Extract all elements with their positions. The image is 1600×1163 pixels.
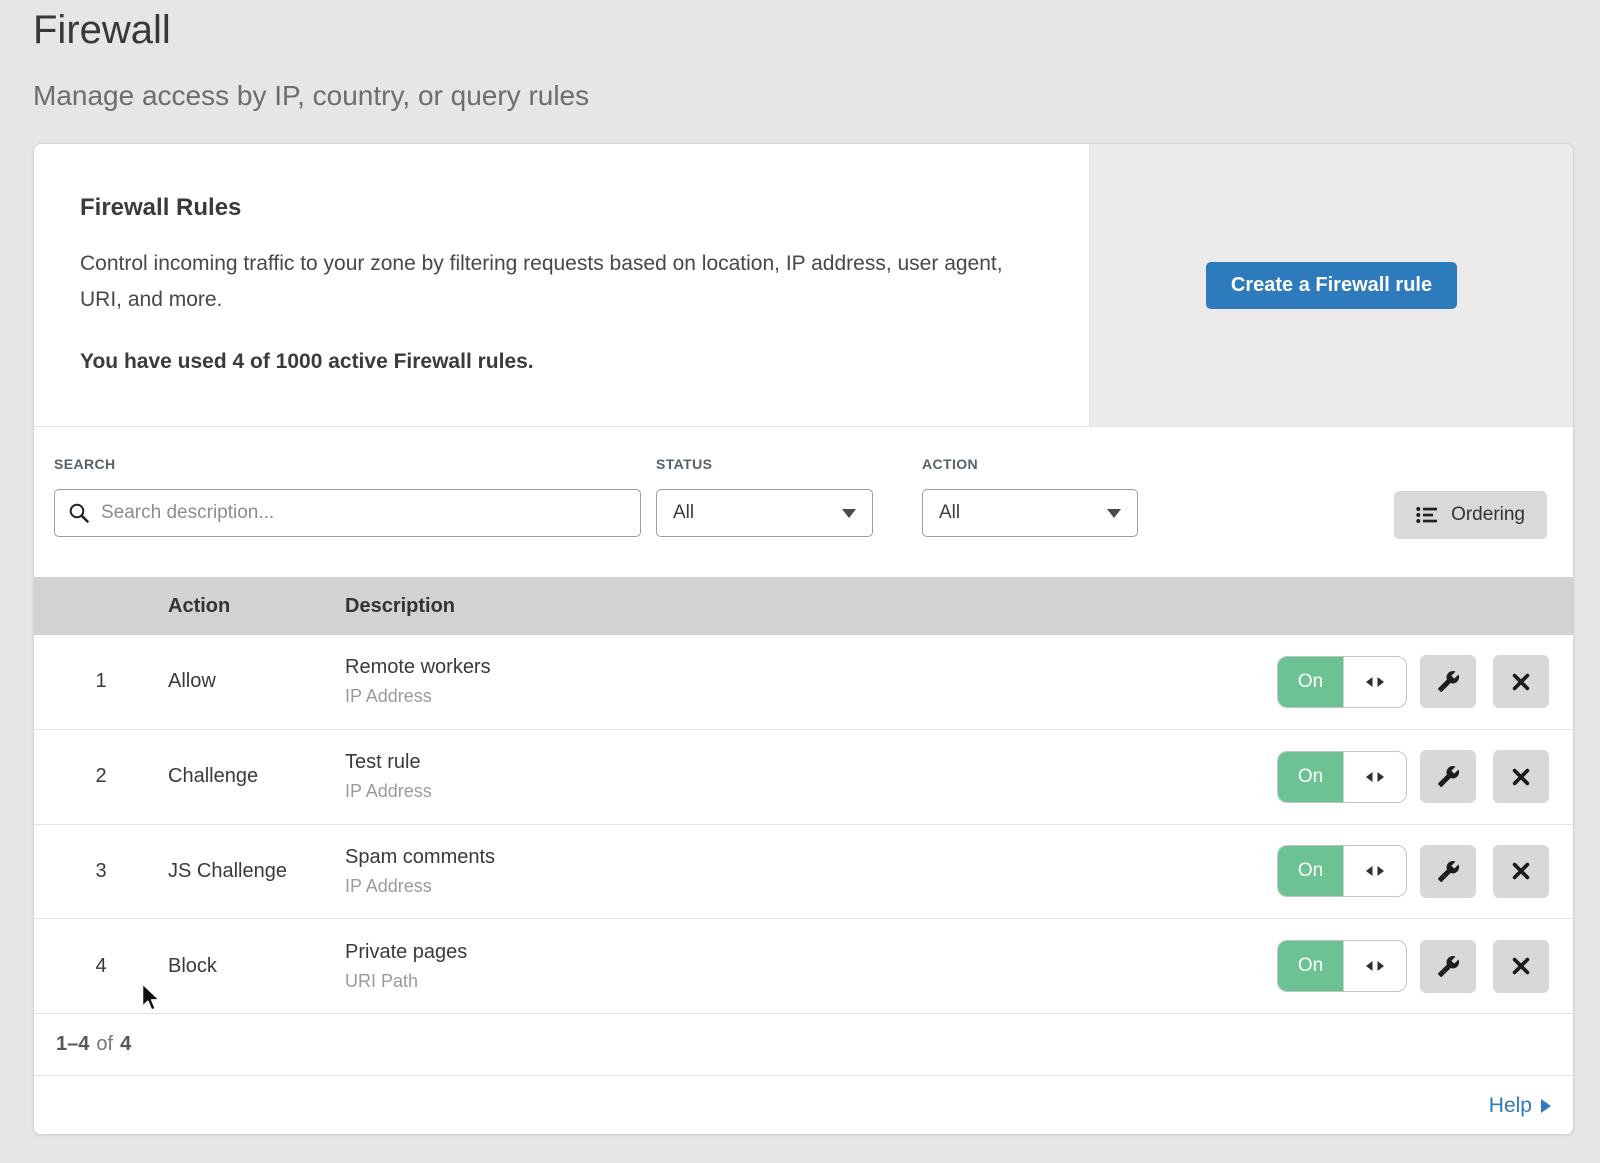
rule-description-cell: Remote workers IP Address <box>345 656 1277 707</box>
rule-action: Allow <box>168 670 345 693</box>
rules-usage-count: You have used 4 of 1000 active Firewall … <box>80 350 1044 374</box>
status-selected-value: All <box>673 502 694 524</box>
rule-description-cell: Spam comments IP Address <box>345 846 1277 897</box>
table-row: 3 JS Challenge Spam comments IP Address … <box>34 825 1573 920</box>
toggle-handle[interactable] <box>1343 657 1406 707</box>
toggle-on-label[interactable]: On <box>1278 752 1343 802</box>
rule-priority: 3 <box>34 860 168 883</box>
help-link[interactable]: Help <box>1489 1094 1551 1118</box>
rule-description-cell: Test rule IP Address <box>345 751 1277 802</box>
rules-heading: Firewall Rules <box>80 194 1044 222</box>
delete-rule-button[interactable] <box>1493 845 1549 898</box>
rule-description-cell: Private pages URI Path <box>345 941 1277 992</box>
help-link-label: Help <box>1489 1094 1532 1118</box>
edit-rule-button[interactable] <box>1420 655 1476 708</box>
rule-description: Test rule <box>345 751 1277 774</box>
toggle-arrows-icon <box>1362 770 1388 784</box>
ordering-button-label: Ordering <box>1451 504 1525 526</box>
toggle-on-label[interactable]: On <box>1278 846 1343 896</box>
create-firewall-rule-button[interactable]: Create a Firewall rule <box>1206 262 1457 309</box>
wrench-icon <box>1437 765 1460 788</box>
rule-controls: On <box>1277 940 1549 993</box>
status-select[interactable]: All <box>656 489 873 537</box>
table-row: 1 Allow Remote workers IP Address On <box>34 635 1573 730</box>
rule-description: Private pages <box>345 941 1277 964</box>
filters-bar: SEARCH STATUS All ACTION All <box>34 428 1573 577</box>
edit-rule-button[interactable] <box>1420 845 1476 898</box>
rule-action: Block <box>168 955 345 978</box>
wrench-icon <box>1437 670 1460 693</box>
toggle-arrows-icon <box>1362 959 1388 973</box>
rule-match-type: IP Address <box>345 876 1277 897</box>
wrench-icon <box>1437 860 1460 883</box>
close-icon <box>1510 955 1532 977</box>
help-row: Help <box>34 1076 1573 1135</box>
help-arrow-icon <box>1541 1099 1551 1113</box>
search-label: SEARCH <box>54 456 641 472</box>
toggle-on-label[interactable]: On <box>1278 941 1343 991</box>
wrench-icon <box>1437 955 1460 978</box>
action-label: ACTION <box>922 456 1138 472</box>
rule-controls: On <box>1277 655 1549 708</box>
pagination-range: 1–4 <box>56 1033 89 1056</box>
column-action: Action <box>168 595 345 618</box>
pagination: 1–4 of 4 <box>34 1014 1573 1076</box>
rule-match-type: URI Path <box>345 971 1277 992</box>
rule-priority: 1 <box>34 670 168 693</box>
toggle-handle[interactable] <box>1343 752 1406 802</box>
table-header: Action Description <box>34 577 1573 635</box>
table-row: 4 Block Private pages URI Path On <box>34 919 1573 1014</box>
rule-match-type: IP Address <box>345 686 1277 707</box>
rule-controls: On <box>1277 750 1549 803</box>
rules-table-body: 1 Allow Remote workers IP Address On <box>34 635 1573 1014</box>
rule-action: Challenge <box>168 765 345 788</box>
ordering-button[interactable]: Ordering <box>1394 491 1547 539</box>
toggle-handle[interactable] <box>1343 846 1406 896</box>
page-subtitle: Manage access by IP, country, or query r… <box>33 80 589 112</box>
table-row: 2 Challenge Test rule IP Address On <box>34 730 1573 825</box>
page-title: Firewall <box>33 8 171 53</box>
chevron-down-icon <box>842 509 856 518</box>
close-icon <box>1510 860 1532 882</box>
pagination-of: of <box>96 1033 113 1056</box>
search-icon <box>68 502 90 524</box>
delete-rule-button[interactable] <box>1493 750 1549 803</box>
pagination-total: 4 <box>120 1033 131 1056</box>
rule-priority: 4 <box>34 955 168 978</box>
create-rule-panel: Create a Firewall rule <box>1089 144 1573 426</box>
rule-enabled-toggle[interactable]: On <box>1277 656 1407 708</box>
rule-enabled-toggle[interactable]: On <box>1277 751 1407 803</box>
rule-controls: On <box>1277 845 1549 898</box>
rules-description: Control incoming traffic to your zone by… <box>80 246 1030 318</box>
firewall-rules-card: Firewall Rules Control incoming traffic … <box>33 143 1574 1135</box>
rule-match-type: IP Address <box>345 781 1277 802</box>
edit-rule-button[interactable] <box>1420 750 1476 803</box>
action-selected-value: All <box>939 502 960 524</box>
action-select[interactable]: All <box>922 489 1138 537</box>
column-description: Description <box>345 595 1573 618</box>
close-icon <box>1510 766 1532 788</box>
edit-rule-button[interactable] <box>1420 940 1476 993</box>
list-icon <box>1416 506 1438 524</box>
rules-summary-section: Firewall Rules Control incoming traffic … <box>34 144 1573 427</box>
rule-description: Spam comments <box>345 846 1277 869</box>
delete-rule-button[interactable] <box>1493 940 1549 993</box>
rule-priority: 2 <box>34 765 168 788</box>
rule-action: JS Challenge <box>168 860 345 883</box>
toggle-arrows-icon <box>1362 864 1388 878</box>
rule-enabled-toggle[interactable]: On <box>1277 845 1407 897</box>
rule-enabled-toggle[interactable]: On <box>1277 940 1407 992</box>
search-input[interactable] <box>54 489 641 537</box>
rule-description: Remote workers <box>345 656 1277 679</box>
toggle-on-label[interactable]: On <box>1278 657 1343 707</box>
close-icon <box>1510 671 1532 693</box>
toggle-arrows-icon <box>1362 675 1388 689</box>
toggle-handle[interactable] <box>1343 941 1406 991</box>
status-label: STATUS <box>656 456 873 472</box>
chevron-down-icon <box>1107 509 1121 518</box>
delete-rule-button[interactable] <box>1493 655 1549 708</box>
